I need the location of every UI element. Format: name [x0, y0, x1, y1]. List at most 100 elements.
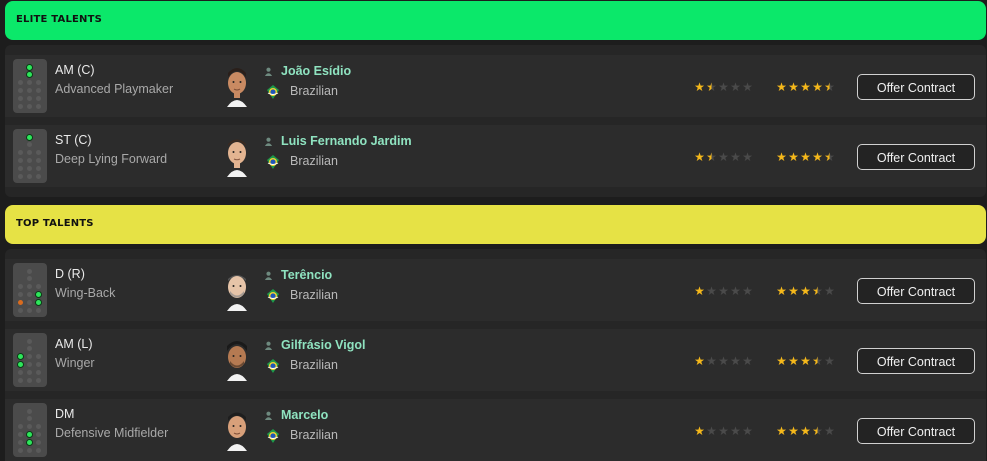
player-name-link[interactable]: Terêncio	[281, 268, 332, 282]
player-face-icon[interactable]	[221, 63, 253, 107]
player-nationality: Brazilian	[290, 84, 338, 98]
star-icon: ★	[776, 150, 787, 164]
star-icon: ★	[706, 150, 717, 164]
star-icon: ★	[706, 354, 717, 368]
top-talents-header: TOP TALENTS	[5, 205, 986, 244]
offer-contract-button[interactable]: Offer Contract	[857, 278, 975, 304]
player-nationality: Brazilian	[290, 358, 338, 372]
star-icon: ★	[742, 80, 753, 94]
brazil-flag-icon	[267, 85, 279, 99]
scout-status-icon	[264, 271, 273, 280]
potential-ability-stars: ★ ★ ★ ★ ★	[776, 151, 835, 163]
brazil-flag-icon	[267, 359, 279, 373]
star-icon: ★	[788, 284, 799, 298]
player-row[interactable]: ST (C) Deep Lying Forward Luis Fernando …	[5, 125, 986, 187]
star-icon: ★	[788, 150, 799, 164]
current-ability-stars: ★ ★ ★ ★ ★	[694, 355, 753, 367]
brazil-flag-icon	[267, 155, 279, 169]
star-icon: ★	[800, 424, 811, 438]
star-icon: ★	[694, 284, 705, 298]
star-icon: ★	[776, 354, 787, 368]
star-icon: ★	[742, 354, 753, 368]
player-name-link[interactable]: Luis Fernando Jardim	[281, 134, 412, 148]
player-role: Deep Lying Forward	[55, 152, 168, 166]
star-icon: ★	[694, 354, 705, 368]
star-icon: ★	[824, 354, 835, 368]
star-icon: ★	[694, 150, 705, 164]
scout-status-icon	[264, 341, 273, 350]
star-icon: ★	[776, 80, 787, 94]
star-icon: ★	[824, 150, 835, 164]
scout-status-icon	[264, 137, 273, 146]
elite-talents-header: ELITE TALENTS	[5, 1, 986, 40]
star-icon: ★	[824, 424, 835, 438]
player-row[interactable]: AM (C) Advanced Playmaker João Esídio Br…	[5, 55, 986, 117]
star-icon: ★	[730, 424, 741, 438]
player-name-link[interactable]: João Esídio	[281, 64, 351, 78]
player-role: Defensive Midfielder	[55, 426, 169, 440]
positions-pitch-icon	[13, 333, 47, 387]
potential-ability-stars: ★ ★ ★ ★ ★	[776, 425, 835, 437]
player-row[interactable]: D (R) Wing-Back Terêncio Brazilian ★ ★ ★ ★ ★…	[5, 259, 986, 321]
star-icon: ★	[694, 80, 705, 94]
player-face-icon[interactable]	[221, 267, 253, 311]
player-row[interactable]: DM Defensive Midfielder Marcelo Brazilia…	[5, 399, 986, 461]
star-icon: ★	[788, 80, 799, 94]
star-icon: ★	[718, 354, 729, 368]
star-icon: ★	[800, 150, 811, 164]
star-icon: ★	[812, 284, 823, 298]
current-ability-stars: ★ ★ ★ ★ ★	[694, 151, 753, 163]
star-icon: ★	[742, 424, 753, 438]
star-icon: ★	[730, 284, 741, 298]
star-icon: ★	[742, 284, 753, 298]
offer-contract-button[interactable]: Offer Contract	[857, 144, 975, 170]
star-icon: ★	[812, 80, 823, 94]
positions-pitch-icon	[13, 263, 47, 317]
star-icon: ★	[776, 424, 787, 438]
star-icon: ★	[788, 424, 799, 438]
player-face-icon[interactable]	[221, 133, 253, 177]
potential-ability-stars: ★ ★ ★ ★ ★	[776, 81, 835, 93]
star-icon: ★	[812, 150, 823, 164]
star-icon: ★	[706, 80, 717, 94]
player-position: AM (L)	[55, 337, 93, 351]
player-position: AM (C)	[55, 63, 95, 77]
brazil-flag-icon	[267, 429, 279, 443]
star-icon: ★	[800, 80, 811, 94]
current-ability-stars: ★ ★ ★ ★ ★	[694, 425, 753, 437]
potential-ability-stars: ★ ★ ★ ★ ★	[776, 355, 835, 367]
potential-ability-stars: ★ ★ ★ ★ ★	[776, 285, 835, 297]
player-role: Wing-Back	[55, 286, 116, 300]
star-icon: ★	[824, 80, 835, 94]
positions-pitch-icon	[13, 129, 47, 183]
player-nationality: Brazilian	[290, 428, 338, 442]
star-icon: ★	[788, 354, 799, 368]
star-icon: ★	[730, 150, 741, 164]
star-icon: ★	[694, 424, 705, 438]
player-face-icon[interactable]	[221, 337, 253, 381]
scout-status-icon	[264, 67, 273, 76]
star-icon: ★	[730, 80, 741, 94]
player-face-icon[interactable]	[221, 407, 253, 451]
offer-contract-button[interactable]: Offer Contract	[857, 418, 975, 444]
player-position: D (R)	[55, 267, 85, 281]
player-role: Advanced Playmaker	[55, 82, 174, 96]
star-icon: ★	[812, 424, 823, 438]
offer-contract-button[interactable]: Offer Contract	[857, 74, 975, 100]
star-icon: ★	[824, 284, 835, 298]
star-icon: ★	[718, 424, 729, 438]
star-icon: ★	[706, 284, 717, 298]
star-icon: ★	[776, 284, 787, 298]
star-icon: ★	[706, 424, 717, 438]
player-name-link[interactable]: Marcelo	[281, 408, 328, 422]
section-title: TOP TALENTS	[16, 218, 94, 229]
player-nationality: Brazilian	[290, 154, 338, 168]
current-ability-stars: ★ ★ ★ ★ ★	[694, 285, 753, 297]
star-icon: ★	[718, 150, 729, 164]
star-icon: ★	[812, 354, 823, 368]
star-icon: ★	[800, 354, 811, 368]
player-name-link[interactable]: Gilfrásio Vigol	[281, 338, 366, 352]
player-row[interactable]: AM (L) Winger Gilfrásio Vigol Brazilian …	[5, 329, 986, 391]
offer-contract-button[interactable]: Offer Contract	[857, 348, 975, 374]
star-icon: ★	[730, 354, 741, 368]
